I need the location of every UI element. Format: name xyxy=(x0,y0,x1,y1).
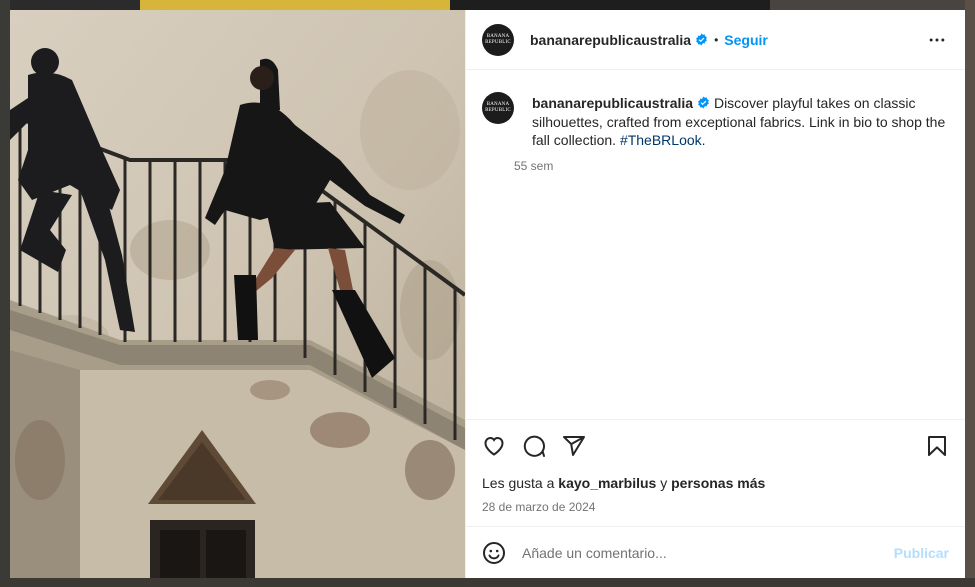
likes-summary: Les gusta a kayo_marbilus y personas más xyxy=(466,471,965,491)
emoji-icon[interactable] xyxy=(482,541,506,565)
post-details-panel: BANANA REPUBLIC bananarepublicaustralia … xyxy=(465,10,965,578)
hashtag-link[interactable]: #TheBRLook xyxy=(620,132,702,148)
comment-input[interactable] xyxy=(522,544,894,561)
follow-button[interactable]: Seguir xyxy=(724,32,768,48)
feed-background-top-dark xyxy=(450,0,770,10)
separator-dot: • xyxy=(714,32,719,47)
post-photo[interactable] xyxy=(10,10,465,578)
publish-button[interactable]: Publicar xyxy=(894,545,949,561)
post-photo-illustration xyxy=(10,10,465,578)
feed-background-left xyxy=(0,0,10,587)
caption-avatar[interactable]: BANANA REPUBLIC xyxy=(482,92,514,124)
share-icon[interactable] xyxy=(562,434,586,458)
post-modal: BANANA REPUBLIC bananarepublicaustralia … xyxy=(10,10,965,578)
feed-background-top xyxy=(140,0,450,10)
comment-bar: Publicar xyxy=(466,526,965,578)
comment-icon[interactable] xyxy=(522,434,546,458)
bookmark-icon[interactable] xyxy=(925,434,949,458)
heart-icon[interactable] xyxy=(482,434,506,458)
caption-section: BANANA REPUBLIC bananarepublicaustralia … xyxy=(466,70,965,419)
avatar-logo-text: BANANA REPUBLIC xyxy=(485,33,511,45)
caption-end: . xyxy=(701,132,706,148)
verified-badge-icon xyxy=(698,96,709,109)
feed-background-right xyxy=(965,0,975,587)
profile-username[interactable]: bananarepublicaustralia xyxy=(530,32,691,48)
likes-others-link[interactable]: personas más xyxy=(671,475,765,491)
profile-avatar[interactable]: BANANA REPUBLIC xyxy=(482,23,514,56)
post-header: BANANA REPUBLIC bananarepublicaustralia … xyxy=(466,10,965,70)
caption-time[interactable]: 55 sem xyxy=(514,159,949,173)
more-options-icon[interactable] xyxy=(925,28,949,52)
likes-joiner: y xyxy=(660,475,668,491)
caption-username[interactable]: bananarepublicaustralia xyxy=(532,95,693,111)
avatar-logo-text: BANANA REPUBLIC xyxy=(485,102,511,113)
action-bar xyxy=(466,419,965,471)
verified-badge-icon xyxy=(696,33,707,46)
feed-background-bottom xyxy=(0,578,975,587)
likes-prefix: Les gusta a xyxy=(482,475,555,491)
likes-user-link[interactable]: kayo_marbilus xyxy=(558,475,656,491)
post-date[interactable]: 28 de marzo de 2024 xyxy=(466,491,965,526)
feed-background-top-right xyxy=(770,0,975,10)
caption-text: bananarepublicaustralia Discover playful… xyxy=(532,94,949,150)
